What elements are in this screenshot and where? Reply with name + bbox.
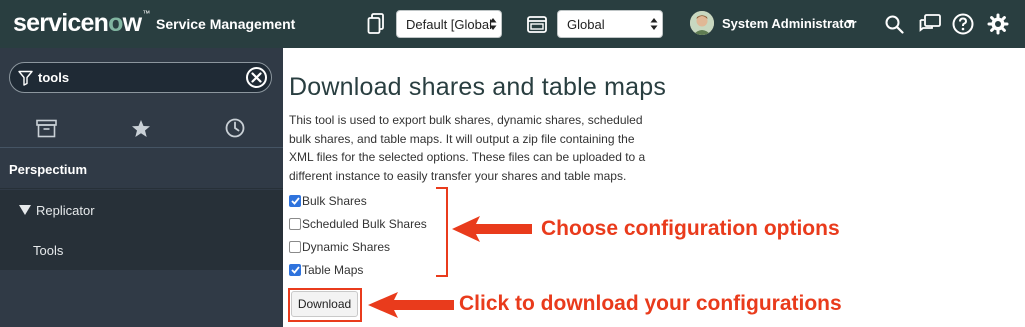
options-annotation-text: Choose configuration options	[541, 217, 840, 240]
application-picker-icon[interactable]	[526, 14, 548, 34]
download-annotation-text: Click to download your configurations	[459, 292, 842, 315]
option-label: Table Maps	[302, 263, 364, 277]
navigator-tabs	[0, 108, 283, 148]
favorites-star-icon[interactable]	[130, 117, 152, 139]
table-maps-checkbox[interactable]	[289, 264, 301, 276]
clear-filter-icon[interactable]	[246, 67, 267, 88]
logo-text-o: o	[108, 9, 123, 37]
update-set-select-value: Default [Global	[406, 17, 492, 32]
user-name[interactable]: System Administrator	[722, 16, 857, 31]
filter-icon	[18, 70, 33, 86]
application-scope-value: Global	[567, 17, 605, 32]
option-label: Dynamic Shares	[302, 240, 391, 254]
option-dynamic-shares[interactable]: Dynamic Shares	[289, 238, 390, 256]
scheduled-bulk-shares-checkbox[interactable]	[289, 218, 301, 230]
option-label: Scheduled Bulk Shares	[302, 217, 427, 231]
application-scope-select[interactable]: Global	[557, 10, 663, 38]
dynamic-shares-checkbox[interactable]	[289, 241, 301, 253]
download-button[interactable]: Download	[291, 291, 358, 317]
user-menu-caret-icon[interactable]	[846, 20, 854, 25]
top-header: servicenow™ Service Management Default […	[0, 0, 1025, 48]
user-avatar[interactable]	[690, 11, 714, 35]
navigator-filter-value: tools	[38, 70, 70, 85]
logo-trademark: ™	[142, 9, 150, 18]
option-table-maps[interactable]: Table Maps	[289, 261, 363, 279]
logo-text-end: w	[122, 9, 142, 37]
option-bulk-shares[interactable]: Bulk Shares	[289, 192, 367, 210]
page-title: Download shares and table maps	[289, 73, 667, 101]
connect-chat-icon[interactable]	[918, 13, 942, 35]
sidebar-module-replicator[interactable]: Replicator	[0, 190, 283, 230]
select-arrows-icon	[650, 18, 658, 30]
option-label: Bulk Shares	[302, 194, 367, 208]
main-content: Download shares and table maps This tool…	[283, 48, 1025, 327]
options-bracket	[436, 187, 448, 277]
select-arrows-icon	[489, 18, 497, 30]
logo-text-start: servicen	[13, 9, 109, 37]
all-applications-icon[interactable]	[35, 117, 57, 139]
search-icon[interactable]	[883, 13, 905, 35]
sidebar-item-tools[interactable]: Tools	[0, 230, 283, 270]
sidebar-app-label: Perspectium	[9, 162, 88, 177]
navigator-sidebar: tools Perspectium Replicator Tools	[0, 48, 283, 327]
servicenow-logo[interactable]: servicenow™	[13, 9, 150, 38]
settings-gear-icon[interactable]	[986, 12, 1010, 36]
app-title: Service Management	[156, 16, 296, 32]
tool-description: This tool is used to export bulk shares,…	[289, 113, 646, 183]
sidebar-module-label: Replicator	[36, 203, 95, 218]
option-scheduled-bulk-shares[interactable]: Scheduled Bulk Shares	[289, 215, 427, 233]
help-icon[interactable]	[951, 12, 975, 36]
navigator-filter-input[interactable]: tools	[9, 62, 272, 93]
sidebar-item-label: Tools	[33, 243, 64, 258]
history-clock-icon[interactable]	[224, 117, 246, 139]
sidebar-app-perspectium[interactable]: Perspectium	[0, 149, 283, 189]
update-set-icon[interactable]	[366, 12, 386, 36]
bulk-shares-checkbox[interactable]	[289, 195, 301, 207]
options-arrow-icon	[452, 216, 532, 242]
download-arrow-icon	[368, 292, 454, 318]
expand-triangle-icon	[19, 205, 31, 215]
update-set-select[interactable]: Default [Global	[396, 10, 502, 38]
